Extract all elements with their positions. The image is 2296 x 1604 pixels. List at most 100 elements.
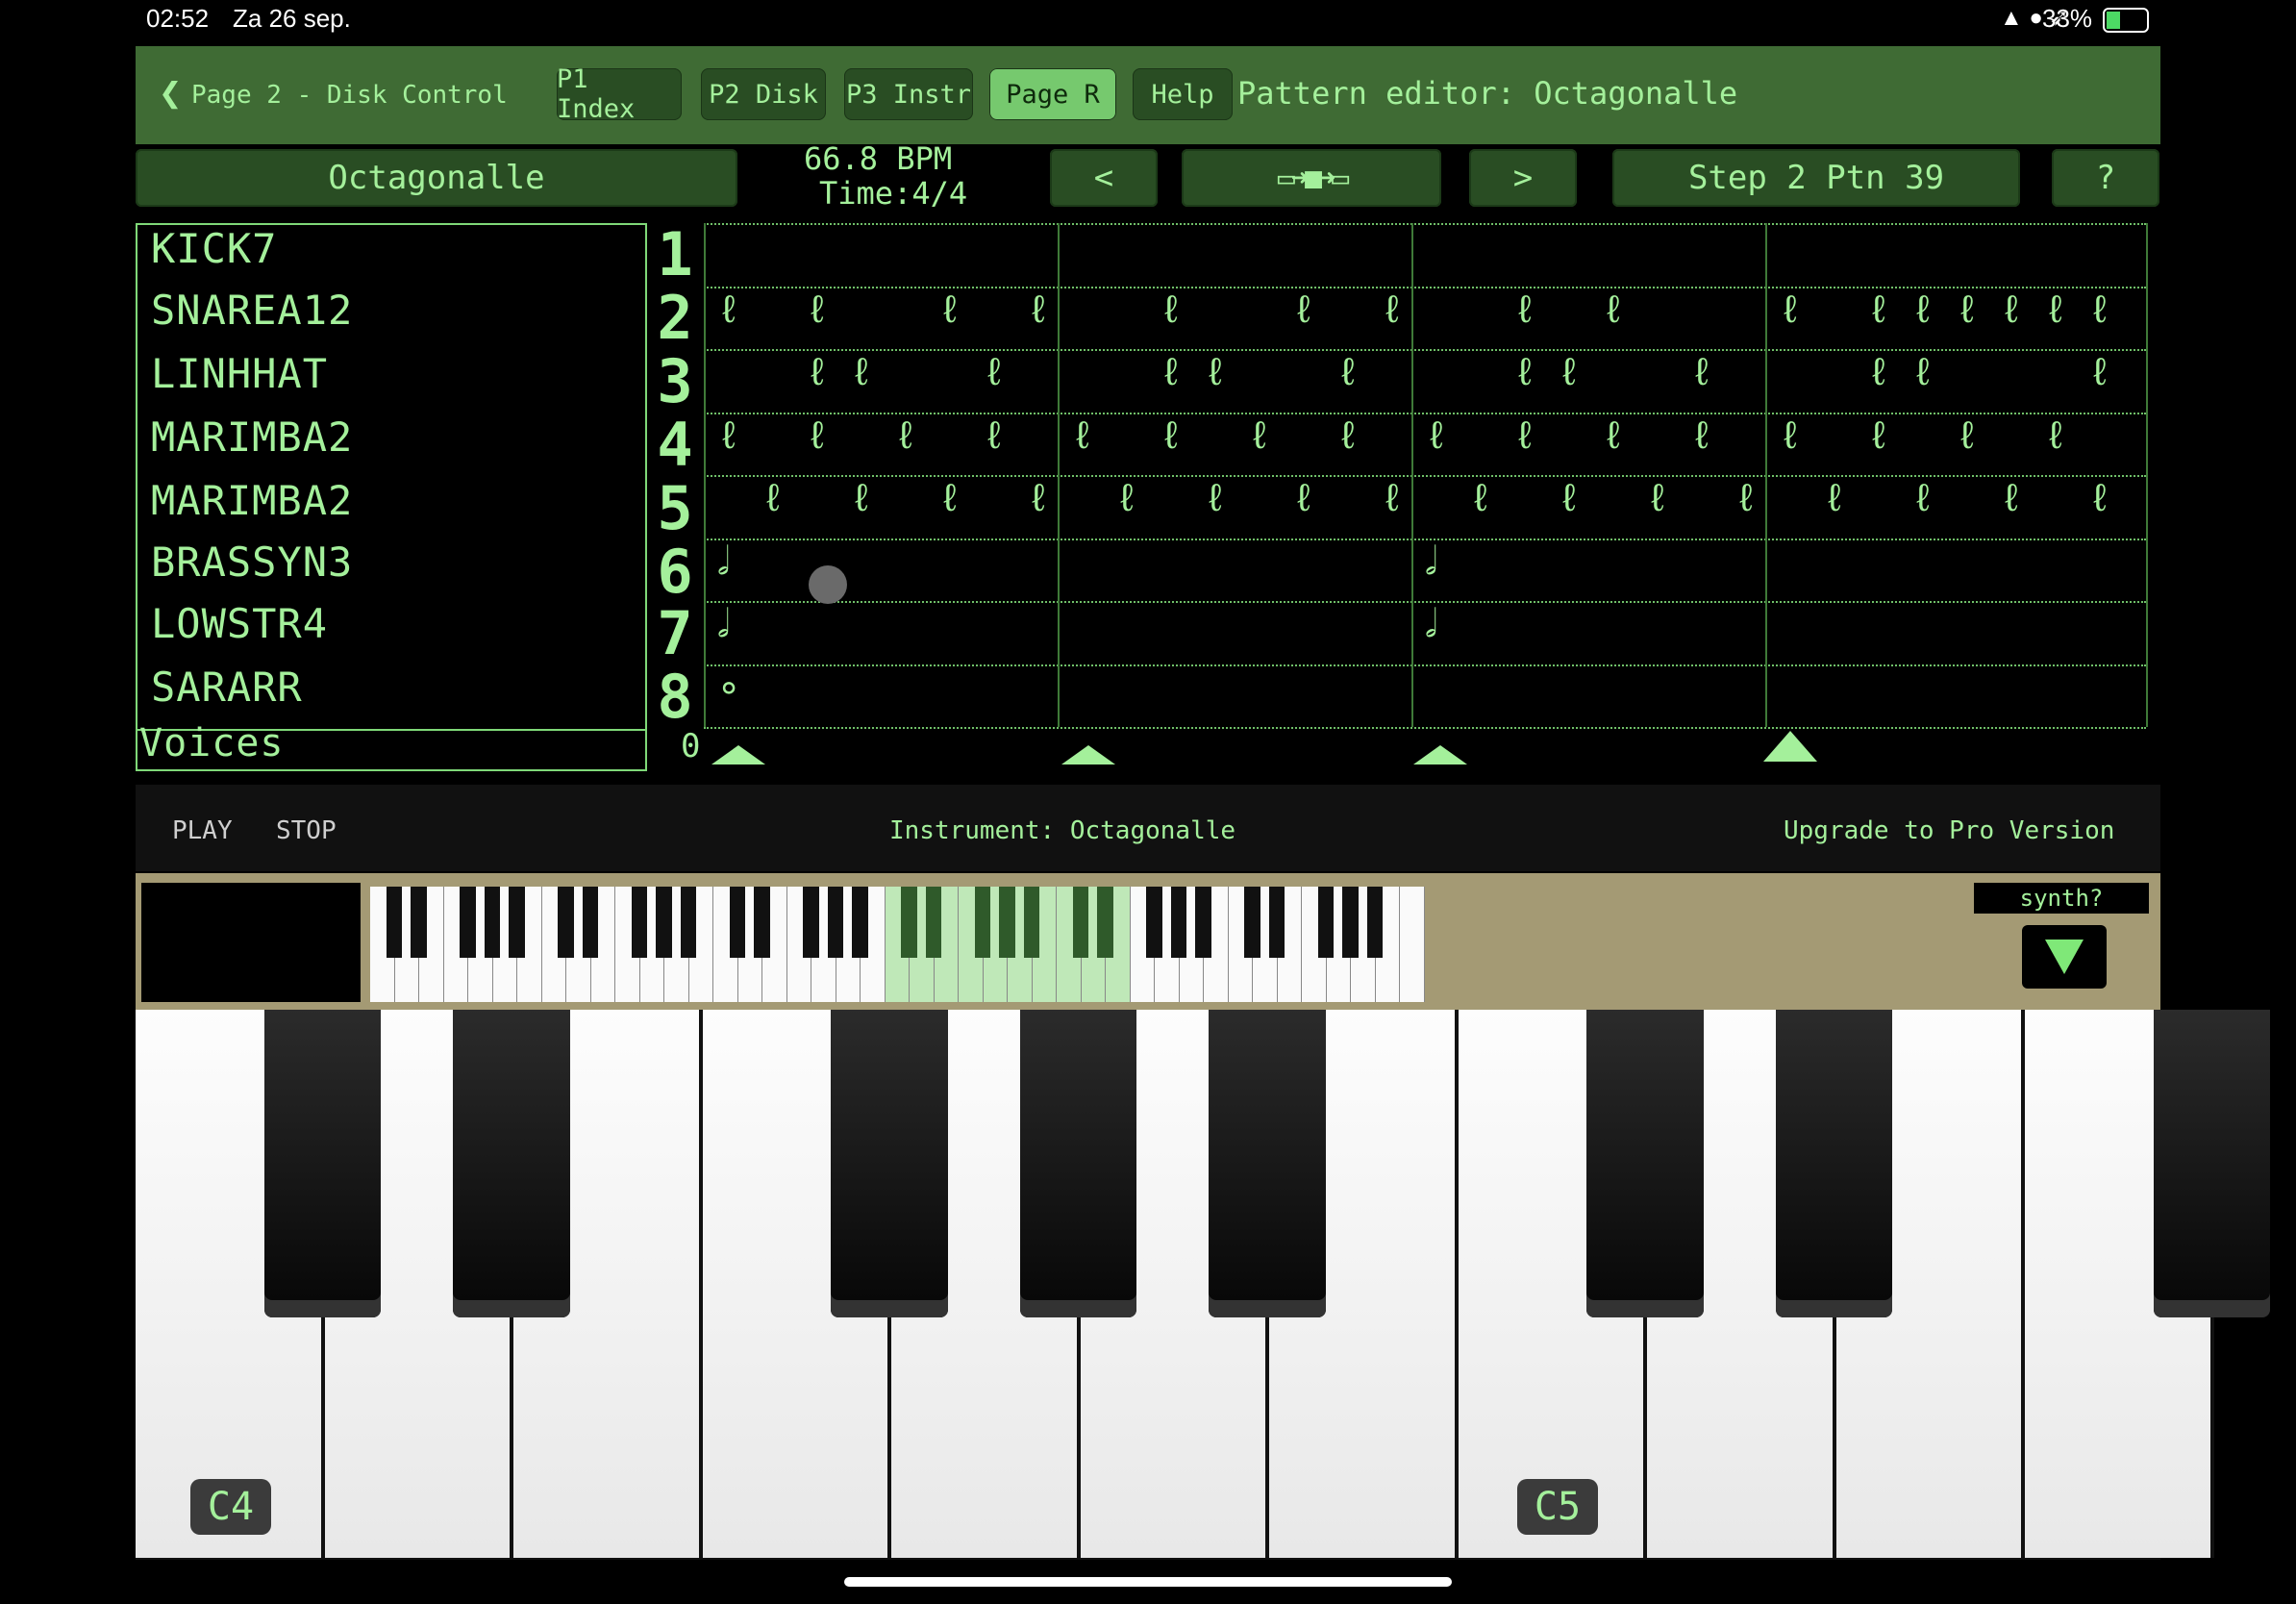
voice-item-6[interactable]: BRASSYN3 <box>151 539 353 586</box>
voice-item-7[interactable]: LOWSTR4 <box>151 600 328 647</box>
mini-black-key[interactable] <box>803 887 819 958</box>
mini-black-key[interactable] <box>999 887 1015 958</box>
note-icon[interactable]: ℓ <box>1513 353 1536 391</box>
mini-black-key[interactable] <box>484 887 501 958</box>
note-icon[interactable]: ℓ <box>1734 479 1758 517</box>
voice-item-1[interactable]: KICK7 <box>151 225 277 272</box>
note-icon[interactable]: 𝅗𝅥 <box>717 605 730 643</box>
mini-black-key[interactable] <box>852 887 868 958</box>
note-icon[interactable]: ℓ <box>1027 479 1050 517</box>
mini-black-key[interactable] <box>827 887 844 958</box>
note-icon[interactable]: ℓ <box>1204 353 1227 391</box>
black-key[interactable] <box>263 1010 382 1317</box>
black-key[interactable] <box>831 1010 948 1317</box>
mini-black-key[interactable] <box>974 887 991 958</box>
mini-black-key[interactable] <box>1097 887 1113 958</box>
beat-marker-icon[interactable] <box>711 745 765 764</box>
voice-item-4[interactable]: MARIMBA2 <box>151 414 353 461</box>
pattern-name-field[interactable]: Octagonalle <box>136 149 737 207</box>
black-key[interactable] <box>1586 1010 1704 1317</box>
note-icon[interactable]: ℓ <box>1779 416 1802 455</box>
upgrade-link[interactable]: Upgrade to Pro Version <box>1784 816 2114 845</box>
note-icon[interactable]: ℓ <box>983 353 1006 391</box>
tab-p1-index[interactable]: P1 Index <box>557 64 682 124</box>
mini-black-key[interactable] <box>656 887 672 958</box>
mini-black-key[interactable] <box>925 887 942 958</box>
note-icon[interactable]: ℓ <box>806 353 829 391</box>
beat-marker-active-icon[interactable] <box>1763 731 1817 762</box>
mini-black-key[interactable] <box>729 887 746 958</box>
mini-black-key[interactable] <box>386 887 403 958</box>
note-icon[interactable]: ℓ <box>938 479 961 517</box>
stop-button[interactable]: STOP <box>276 816 337 845</box>
note-icon[interactable]: ℓ <box>1911 353 1934 391</box>
note-icon[interactable]: ℓ <box>1690 353 1713 391</box>
mini-black-key[interactable] <box>1244 887 1260 958</box>
black-key[interactable] <box>2153 1010 2271 1317</box>
mini-black-key[interactable] <box>558 887 574 958</box>
note-icon[interactable]: ℓ <box>1867 290 1890 329</box>
note-icon[interactable]: ℓ <box>2000 290 2023 329</box>
mini-black-key[interactable] <box>901 887 917 958</box>
note-icon[interactable]: ℓ <box>850 479 873 517</box>
mini-black-key[interactable] <box>1023 887 1040 958</box>
next-step-button[interactable]: > <box>1469 149 1577 207</box>
note-icon[interactable]: ℓ <box>1336 353 1360 391</box>
note-icon[interactable]: ℓ <box>1115 479 1138 517</box>
black-key[interactable] <box>453 1010 570 1317</box>
mini-black-key[interactable] <box>1366 887 1384 958</box>
beat-marker-icon[interactable] <box>1413 745 1467 764</box>
voice-item-3[interactable]: LINHHAT <box>151 350 328 397</box>
note-icon[interactable]: ℓ <box>2044 290 2067 329</box>
black-key[interactable] <box>1209 1010 1326 1317</box>
mini-black-key[interactable] <box>411 887 427 958</box>
note-icon[interactable]: ℓ <box>983 416 1006 455</box>
note-icon[interactable]: ℓ <box>1779 290 1802 329</box>
note-icon[interactable]: ℓ <box>1823 479 1846 517</box>
note-icon[interactable]: ℓ <box>1690 416 1713 455</box>
mini-black-key[interactable] <box>1268 887 1285 958</box>
tab-help[interactable]: Help <box>1133 68 1233 120</box>
note-icon[interactable]: ℓ <box>1911 290 1934 329</box>
note-icon[interactable]: ℓ <box>2088 479 2111 517</box>
synth-label[interactable]: synth? <box>1974 883 2149 914</box>
note-icon[interactable]: ℓ <box>1558 353 1581 391</box>
note-icon[interactable]: ℓ <box>1646 479 1669 517</box>
note-icon[interactable]: ℓ <box>1336 416 1360 455</box>
beat-marker-icon[interactable] <box>1061 745 1115 764</box>
note-icon[interactable]: ℓ <box>850 353 873 391</box>
dropdown-button[interactable] <box>2022 925 2107 989</box>
note-icon[interactable]: ℓ <box>717 416 740 455</box>
mini-black-key[interactable] <box>582 887 599 958</box>
pattern-grid[interactable]: ℓℓℓℓℓℓℓℓℓℓℓℓℓℓℓℓℓℓℓℓℓℓℓℓℓℓℓℓℓℓℓℓℓℓℓℓℓℓℓℓ… <box>704 223 2160 729</box>
mini-black-key[interactable] <box>1170 887 1187 958</box>
note-icon[interactable]: ℓ <box>1160 290 1183 329</box>
note-icon[interactable]: ℓ <box>1513 416 1536 455</box>
note-icon[interactable]: ℓ <box>1027 290 1050 329</box>
note-icon[interactable]: 𝅗𝅥 <box>1425 542 1437 581</box>
note-icon[interactable]: 𝅗𝅥 <box>1425 605 1437 643</box>
note-icon[interactable]: ℓ <box>1558 479 1581 517</box>
mini-black-key[interactable] <box>1342 887 1359 958</box>
back-button[interactable]: Page 2 - Disk Control <box>191 81 508 110</box>
prev-step-button[interactable]: < <box>1050 149 1158 207</box>
back-chevron-icon[interactable]: ❮ <box>159 71 182 115</box>
voice-item-5[interactable]: MARIMBA2 <box>151 477 353 524</box>
note-icon[interactable]: ℓ <box>1602 290 1625 329</box>
note-icon[interactable]: ℓ <box>1248 416 1271 455</box>
mini-black-key[interactable] <box>680 887 697 958</box>
note-icon[interactable]: ℓ <box>1602 416 1625 455</box>
play-button[interactable]: PLAY <box>172 816 233 845</box>
piano-keyboard[interactable] <box>136 1010 2271 1560</box>
note-icon[interactable]: ℓ <box>1381 479 1404 517</box>
note-icon[interactable]: ℓ <box>1292 479 1315 517</box>
note-icon[interactable]: ℓ <box>1469 479 1492 517</box>
mini-black-key[interactable] <box>1317 887 1335 958</box>
note-icon[interactable]: ℓ <box>2000 479 2023 517</box>
black-key[interactable] <box>1019 1010 1137 1317</box>
mini-black-key[interactable] <box>460 887 476 958</box>
home-indicator[interactable] <box>844 1577 1452 1587</box>
tab-page-r[interactable]: Page R <box>989 68 1116 120</box>
black-key[interactable] <box>1775 1010 1893 1317</box>
note-icon[interactable]: ℓ <box>1292 290 1315 329</box>
